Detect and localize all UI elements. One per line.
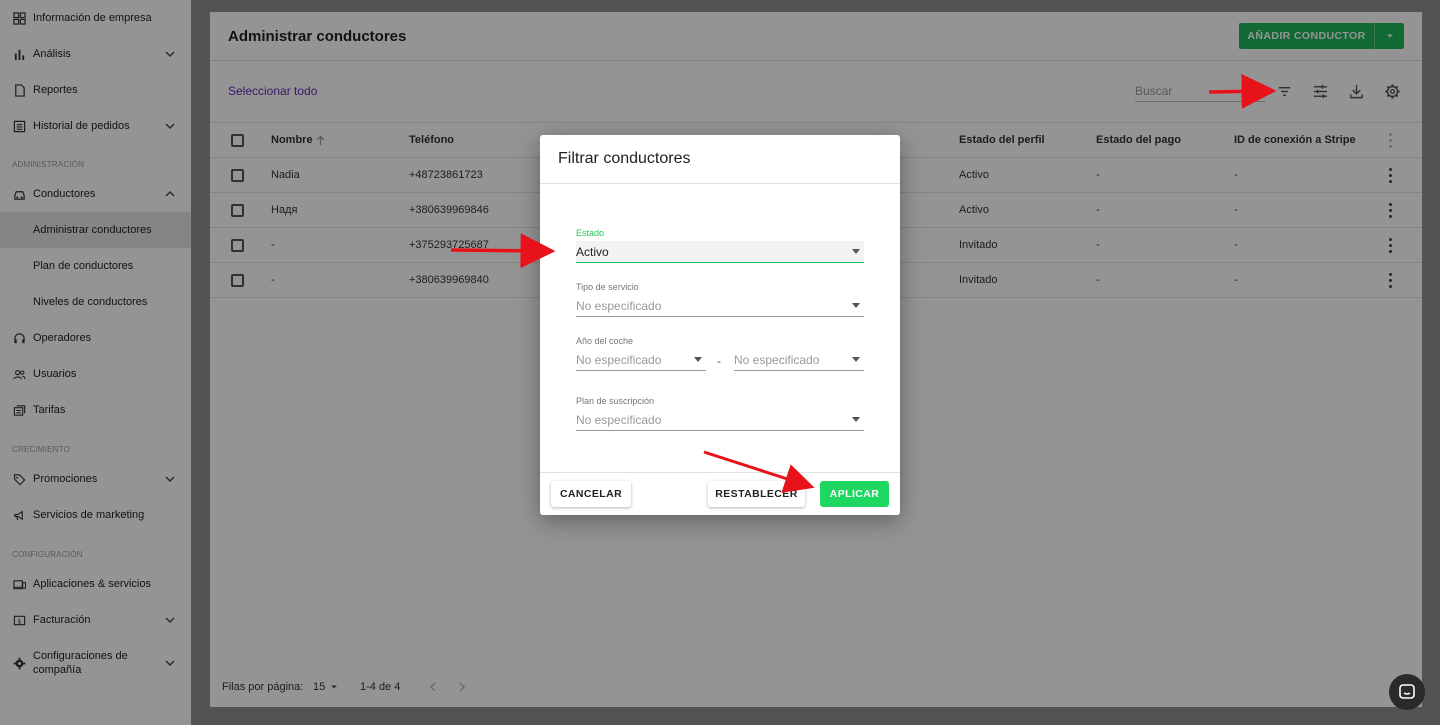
dropdown-arrow-icon [852, 417, 860, 422]
filter-drivers-dialog: Filtrar conductores Estado Activo Tipo d… [540, 135, 900, 515]
car-year-from-value: No especificado [576, 352, 662, 367]
service-type-label: Tipo de servicio [576, 282, 639, 292]
reset-button[interactable]: RESTABLECER [708, 481, 805, 507]
dialog-title: Filtrar conductores [558, 150, 691, 167]
car-year-label: Año del coche [576, 336, 634, 346]
status-select[interactable]: Activo [576, 241, 864, 263]
service-type-value: No especificado [576, 298, 662, 313]
car-year-separator: - [717, 354, 721, 368]
subscription-plan-value: No especificado [576, 412, 662, 427]
car-year-to-select[interactable]: No especificado [734, 349, 864, 371]
dropdown-arrow-icon [852, 303, 860, 308]
dropdown-arrow-icon [852, 357, 860, 362]
dialog-divider [540, 183, 900, 184]
car-year-from-select[interactable]: No especificado [576, 349, 706, 371]
dropdown-arrow-icon [694, 357, 702, 362]
chat-icon [1399, 684, 1415, 699]
chat-launcher-button[interactable] [1389, 674, 1425, 710]
subscription-plan-select[interactable]: No especificado [576, 409, 864, 431]
cancel-button[interactable]: CANCELAR [551, 481, 631, 507]
car-year-to-value: No especificado [734, 352, 820, 367]
service-type-select[interactable]: No especificado [576, 295, 864, 317]
subscription-plan-label: Plan de suscripción [576, 396, 655, 406]
dropdown-arrow-icon [852, 249, 860, 254]
status-value: Activo [576, 244, 609, 259]
status-label: Estado [576, 228, 605, 238]
apply-button[interactable]: APLICAR [820, 481, 889, 507]
dialog-divider [540, 472, 900, 473]
